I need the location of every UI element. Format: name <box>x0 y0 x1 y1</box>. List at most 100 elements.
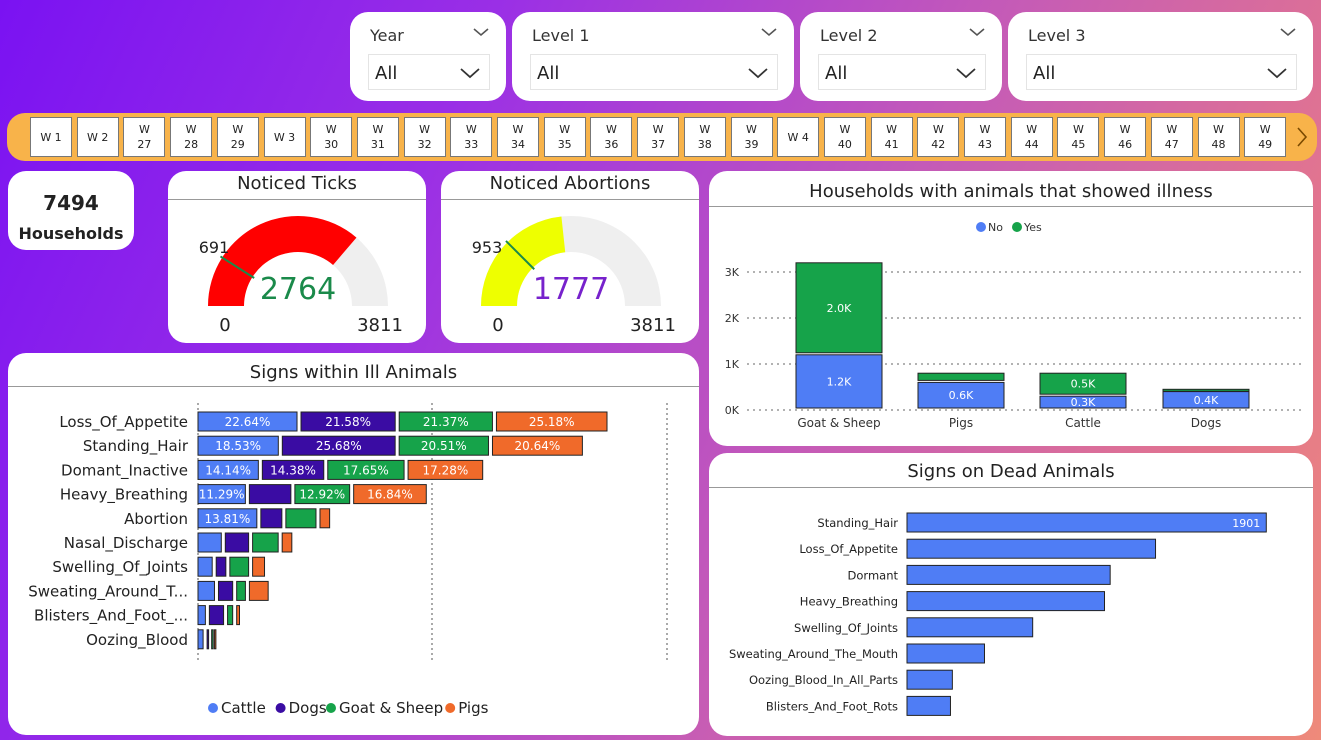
week-tile[interactable]: W 33 <box>450 117 493 157</box>
level2-value: All <box>825 63 848 84</box>
gauge-value: 2764 <box>260 272 336 307</box>
category-label: Sweating_Around_T... <box>28 582 188 601</box>
level1-slicer-label: Level 1 <box>532 26 590 45</box>
chevron-down-icon[interactable] <box>968 26 986 38</box>
legend-marker <box>1012 222 1022 232</box>
legend-marker <box>976 222 986 232</box>
category-label: Loss_Of_Appetite <box>799 542 898 556</box>
bar-segment <box>197 580 215 601</box>
chevron-down-icon[interactable] <box>472 26 490 38</box>
data-label: 18.53% <box>215 439 261 453</box>
illness-chart-card: Households with animals that showed illn… <box>709 171 1313 446</box>
week-tile[interactable]: W 34 <box>497 117 539 157</box>
gauge-max: 3811 <box>630 315 676 336</box>
week-tile[interactable]: W 48 <box>1197 117 1240 157</box>
gauge-target-label: 691 <box>199 238 230 257</box>
week-tile[interactable]: W 42 <box>917 117 960 157</box>
category-label: Standing_Hair <box>817 516 898 530</box>
bar-segment <box>197 556 213 577</box>
gauge-target-label: 953 <box>472 238 503 257</box>
week-tile[interactable]: W 27 <box>123 117 166 157</box>
category-label: Pigs <box>949 416 973 430</box>
chevron-down-icon[interactable] <box>459 66 481 80</box>
chevron-down-icon[interactable] <box>760 26 778 38</box>
bar-segment <box>252 532 279 553</box>
week-tile[interactable]: W 36 <box>590 117 633 157</box>
bar-segment <box>224 532 250 553</box>
category-label: Swelling_Of_Joints <box>52 558 188 577</box>
chevron-down-icon[interactable] <box>1266 66 1288 80</box>
week-tile[interactable]: W 44 <box>1010 117 1053 157</box>
category-label: Heavy_Breathing <box>800 595 898 609</box>
week-tile[interactable]: W 40 <box>823 117 866 157</box>
data-label: 21.58% <box>325 415 371 429</box>
level2-slicer[interactable]: Level 2 All <box>800 12 1002 101</box>
y-tick-label: 1K <box>725 358 740 371</box>
bar-segment <box>215 556 227 577</box>
legend-label: Yes <box>1023 221 1042 234</box>
week-tile[interactable]: W 28 <box>170 117 213 157</box>
week-tile[interactable]: W 41 <box>870 117 913 157</box>
category-label: Blisters_And_Foot_Rots <box>766 699 898 713</box>
week-tile[interactable]: W 47 <box>1150 117 1193 157</box>
week-tile[interactable]: W 46 <box>1104 117 1147 157</box>
data-label: 13.81% <box>205 512 251 526</box>
year-dropdown[interactable]: All <box>368 54 490 90</box>
signs-dead-chart: Standing_Hair 1901 Loss_Of_Appetite Dormant… <box>729 512 1267 716</box>
category-label: Abortion <box>124 510 188 528</box>
households-value: 7494 <box>43 191 99 215</box>
week-tile[interactable]: W 30 <box>310 117 353 157</box>
gauge-min: 0 <box>492 315 503 336</box>
data-label: 17.28% <box>423 463 469 477</box>
week-tile[interactable]: W 45 <box>1057 117 1100 157</box>
chevron-down-icon[interactable] <box>747 66 769 80</box>
bar-segment <box>206 629 210 650</box>
week-tile[interactable]: W 43 <box>964 117 1006 157</box>
data-label: 2.0K <box>827 302 852 315</box>
data-label: 12.92% <box>299 488 345 502</box>
week-tile[interactable]: W 32 <box>403 117 446 157</box>
week-tile[interactable]: W 49 <box>1244 117 1287 157</box>
level3-slicer[interactable]: Level 3 All <box>1008 12 1313 101</box>
legend-marker <box>326 703 336 713</box>
week-tile[interactable]: W 1 <box>30 117 72 157</box>
week-tile[interactable]: W 35 <box>543 117 586 157</box>
bar-segment <box>252 556 266 577</box>
chevron-right-icon[interactable] <box>1295 126 1309 148</box>
gauge-max: 3811 <box>357 315 403 336</box>
bar-segment <box>229 556 250 577</box>
legend-label: Dogs <box>289 699 327 717</box>
level1-dropdown[interactable]: All <box>530 54 778 90</box>
data-label: 0.5K <box>1071 378 1096 391</box>
chevron-down-icon[interactable] <box>1279 26 1297 38</box>
week-tile[interactable]: W 3 <box>263 117 306 157</box>
bar <box>906 591 1106 612</box>
category-label: Nasal_Discharge <box>64 534 188 553</box>
week-tile[interactable]: W 4 <box>777 117 820 157</box>
week-tile[interactable]: W 38 <box>683 117 726 157</box>
level2-dropdown[interactable]: All <box>818 54 986 90</box>
week-tile[interactable]: W 39 <box>730 117 773 157</box>
bar-segment <box>197 629 204 650</box>
level1-slicer[interactable]: Level 1 All <box>512 12 794 101</box>
bar-segment <box>197 605 206 626</box>
level3-dropdown[interactable]: All <box>1026 54 1297 90</box>
week-tile[interactable]: W 37 <box>637 117 680 157</box>
week-tile[interactable]: W 2 <box>76 117 119 157</box>
data-label: 25.68% <box>316 439 362 453</box>
bar <box>906 617 1034 638</box>
data-label: 20.51% <box>421 439 467 453</box>
category-label: Cattle <box>1065 416 1101 430</box>
bar-segment <box>260 508 283 529</box>
year-slicer-label: Year <box>370 26 404 45</box>
data-label: 21.37% <box>423 415 469 429</box>
data-label: 11.29% <box>199 488 245 502</box>
bar-segment <box>217 580 234 601</box>
data-label: 0.4K <box>1194 394 1219 407</box>
y-tick-label: 3K <box>725 266 740 279</box>
year-slicer[interactable]: Year All <box>350 12 506 101</box>
week-tile[interactable]: W 29 <box>216 117 259 157</box>
week-tile[interactable]: W 31 <box>356 117 399 157</box>
legend-marker <box>445 703 456 713</box>
chevron-down-icon[interactable] <box>955 66 977 80</box>
